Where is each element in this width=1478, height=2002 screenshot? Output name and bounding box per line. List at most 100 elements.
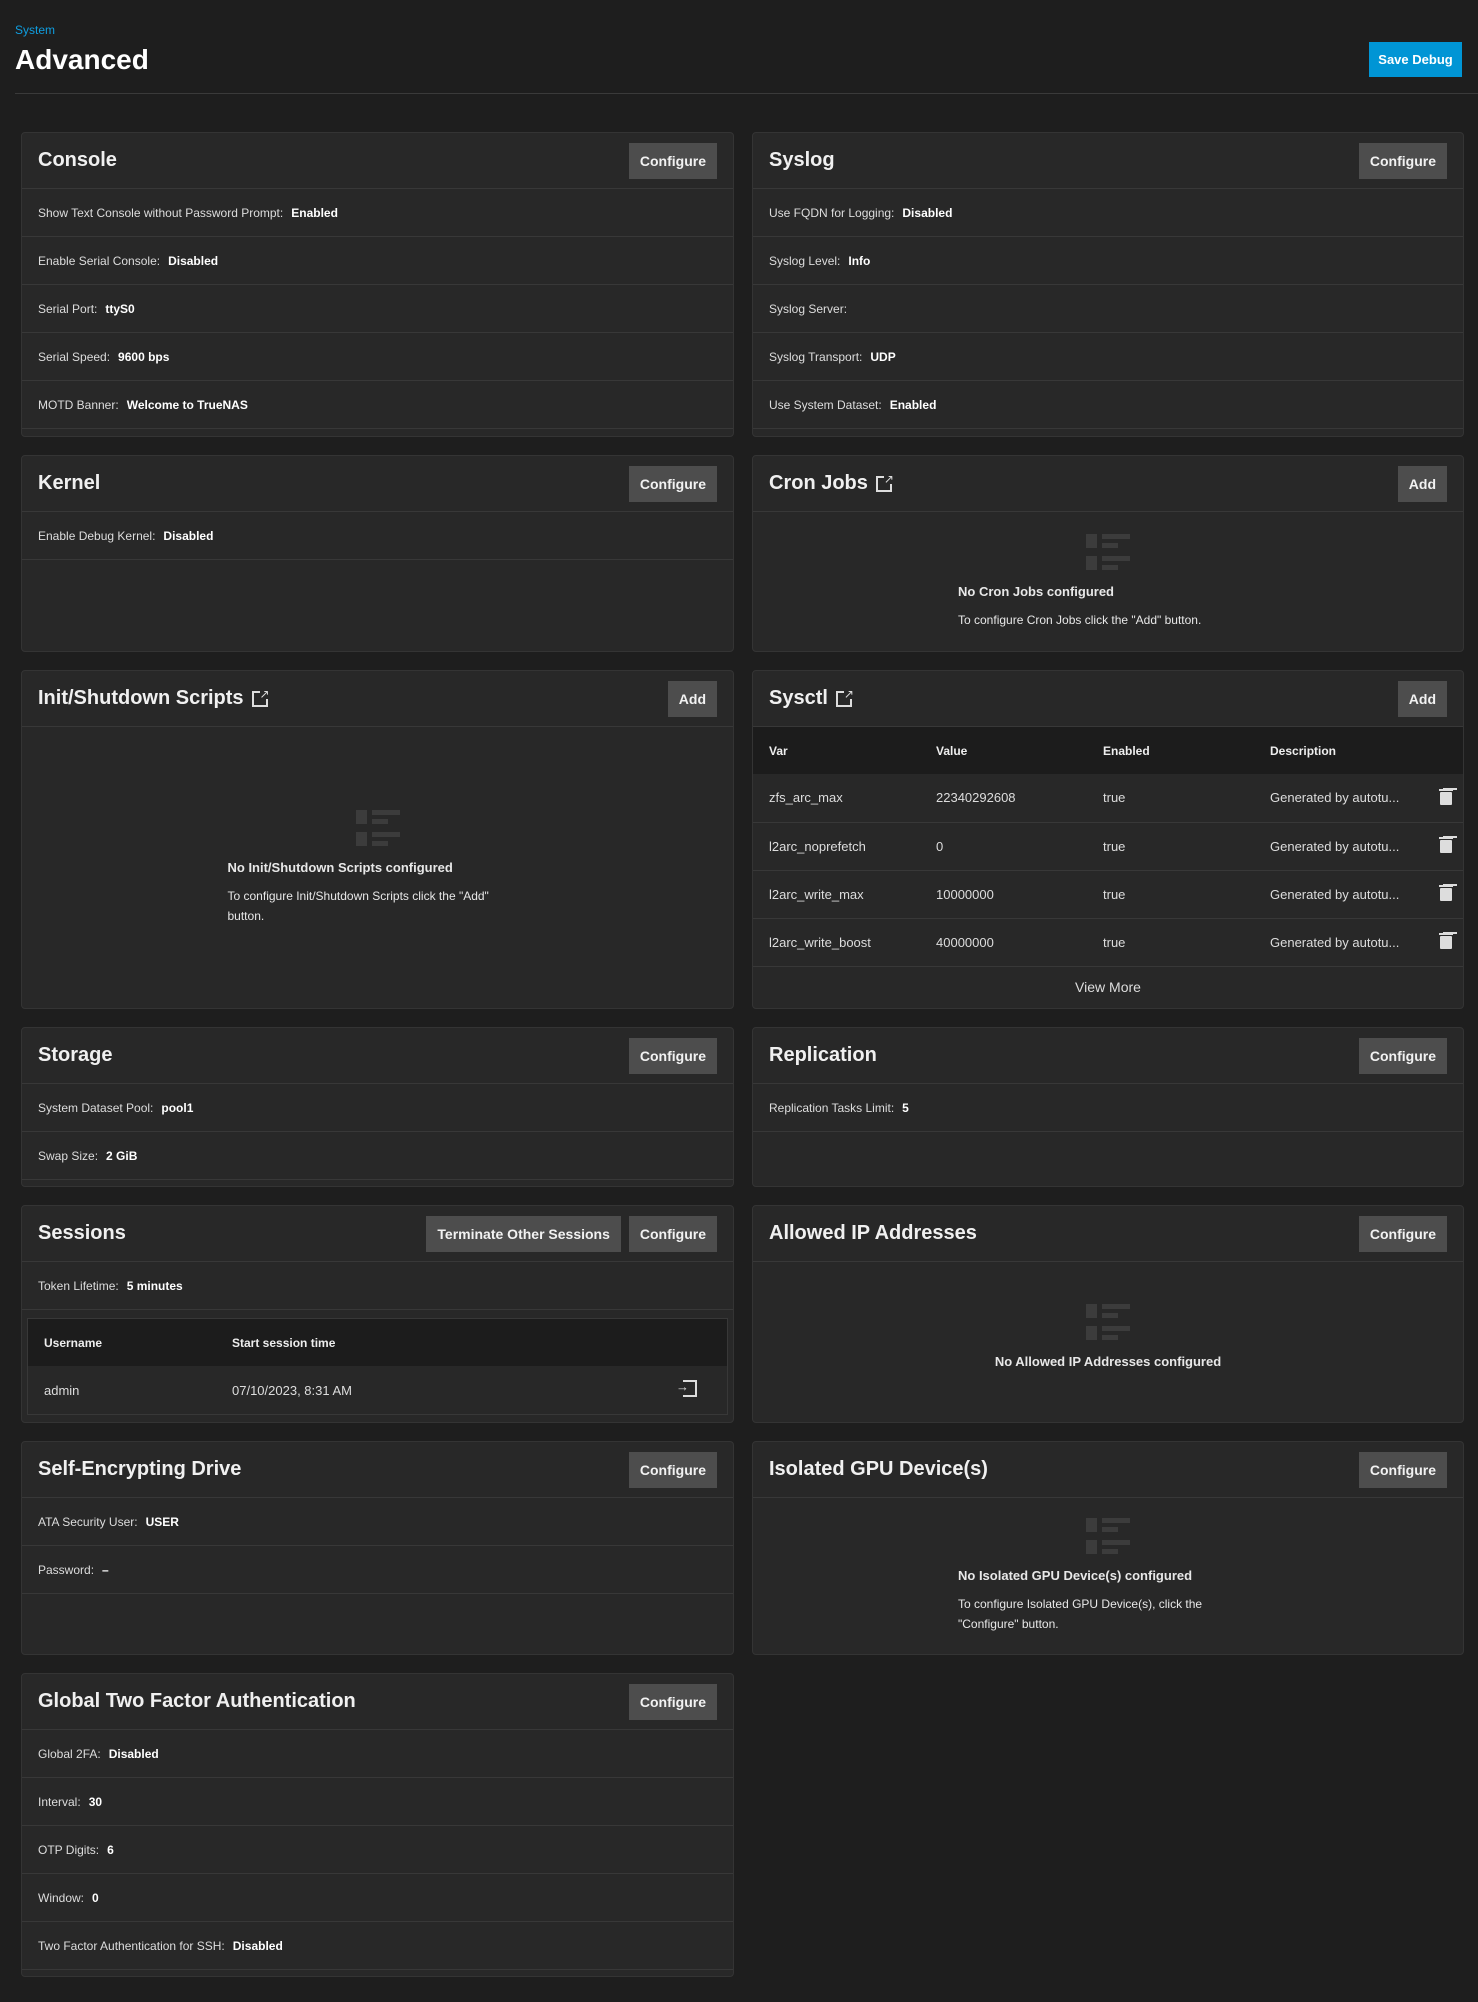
detail-label: Syslog Level: [769,253,841,268]
detail-label: Global 2FA: [38,1746,101,1761]
card-title: Sessions [38,1222,126,1244]
detail-label: Enable Serial Console: [38,253,161,268]
configure-button[interactable]: Configure [628,1037,717,1074]
delete-icon[interactable] [1439,932,1453,949]
detail-row: Token Lifetime: 5 minutes [22,1262,733,1310]
detail-label: Interval: [38,1794,81,1809]
page-title: Advanced [15,44,149,75]
detail-row: Interval: 30 [22,1778,733,1826]
card-header: Replication Configure [753,1028,1463,1084]
card-header: Isolated GPU Device(s) Configure [753,1442,1463,1498]
console-card: Console Configure Show Text Console withou… [21,132,734,437]
card-header: Syslog Configure [753,133,1463,189]
configure-button[interactable]: Configure [1358,1451,1447,1488]
table-row[interactable]: l2arc_noprefetch 0 true Generated by autotu… [753,822,1463,871]
detail-label: Replication Tasks Limit: [769,1100,895,1115]
configure-button[interactable]: Configure [1358,1037,1447,1074]
syslog-card: Syslog Configure Use FQDN for Logging: Disa… [752,132,1464,437]
configure-button[interactable]: Configure [628,1683,717,1720]
configure-button[interactable]: Configure [628,1215,717,1252]
external-link-icon[interactable] [835,687,854,707]
empty-title: No Cron Jobs configured [958,583,1114,599]
external-link-icon[interactable] [875,472,894,492]
empty-title: No Init/Shutdown Scripts configured [227,859,453,875]
empty-state: No Isolated GPU Device(s) configured To c… [753,1498,1463,1654]
view-more-link[interactable]: View More [753,967,1463,1009]
table-row[interactable]: zfs_arc_max 22340292608 true Generated by a… [753,774,1463,823]
detail-value: Disabled [902,205,953,220]
detail-row: Replication Tasks Limit: 5 [753,1084,1463,1132]
delete-icon[interactable] [1439,788,1453,805]
detail-row: Use FQDN for Logging: Disabled [753,189,1463,237]
empty-state: No Allowed IP Addresses configured [753,1262,1463,1422]
configure-button[interactable]: Configure [1358,1215,1447,1252]
delete-icon[interactable] [1439,836,1453,853]
detail-row: Use System Dataset: Enabled [753,381,1463,429]
allowed-ip-addresses-card: Allowed IP Addresses Configure No Allowed … [752,1205,1464,1423]
detail-row: ATA Security User: USER [22,1498,733,1546]
add-button[interactable]: Add [1397,680,1447,717]
terminate-other-sessions-button[interactable]: Terminate Other Sessions [426,1215,621,1252]
table-cell: admin [44,1382,80,1398]
breadcrumb-system[interactable]: System [15,23,55,37]
table-row[interactable]: l2arc_write_max 10000000 true Generated by … [753,870,1463,919]
detail-value: 30 [88,1794,103,1809]
card-header: Allowed IP Addresses Configure [753,1206,1463,1262]
actions-header [667,1319,727,1366]
detail-value: ttyS0 [105,301,135,316]
cron-jobs-card: Cron Jobs Add No Cron Jobs configured To co… [752,455,1464,652]
table-cell: l2arc_write_boost [753,918,920,967]
empty-list-icon [1086,533,1130,574]
card-title: Syslog [769,149,835,171]
empty-title: No Isolated GPU Device(s) configured [958,1568,1193,1583]
table-cell: true [1087,822,1254,871]
empty-state: No Init/Shutdown Scripts configured To co… [22,727,733,1008]
add-button[interactable]: Add [667,680,717,717]
sessions-card: Sessions Terminate Other Sessions Configur… [21,1205,734,1423]
table-cell: l2arc_noprefetch [753,822,920,871]
external-link-icon[interactable] [251,687,270,707]
card-header: Kernel Configure [22,456,733,512]
actions-cell [667,1366,727,1414]
storage-card: Storage Configure System Dataset Pool: pool… [21,1027,734,1187]
column-header: Value [920,727,1087,774]
table-cell: Generated by autotu... [1254,870,1423,919]
actions-cell [1423,774,1463,823]
table-row[interactable]: l2arc_write_boost 40000000 true Generated b… [753,918,1463,967]
empty-text: No Allowed IP Addresses configured [958,1352,1258,1380]
detail-label: Enable Debug Kernel: [38,528,156,543]
configure-button[interactable]: Configure [1358,142,1447,179]
detail-label: System Dataset Pool: [38,1100,154,1115]
card-title: Init/Shutdown Scripts [38,687,244,709]
detail-value: 0 [92,1890,99,1905]
empty-title: No Allowed IP Addresses configured [994,1354,1222,1369]
card-header: Self-Encrypting Drive Configure [22,1442,733,1498]
detail-label: Serial Port: [38,301,98,316]
detail-row: Window: 0 [22,1874,733,1922]
save-debug-button[interactable]: Save Debug [1369,42,1462,77]
configure-button[interactable]: Configure [628,465,717,502]
detail-label: Swap Size: [38,1148,99,1163]
detail-row: Two Factor Authentication for SSH: Disabl… [22,1922,733,1970]
table-cell: true [1087,870,1254,919]
detail-value: Enabled [291,205,338,220]
detail-label: OTP Digits: [38,1842,100,1857]
card-title: Console [38,149,117,171]
delete-icon[interactable] [1439,884,1453,901]
self-encrypting-drive-card: Self-Encrypting Drive Configure ATA Securi… [21,1441,734,1655]
detail-value: Disabled [163,528,214,543]
detail-value: 5 minutes [126,1278,183,1293]
sysctl-card: SysctlAddVarValueEnabledDescriptionzfs_a… [752,670,1464,1009]
empty-text: No Cron Jobs configured To configure Cron… [958,582,1258,630]
configure-button[interactable]: Configure [628,142,717,179]
terminate-session-icon[interactable] [676,1379,697,1397]
card-title: Global Two Factor Authentication [38,1690,356,1712]
card-header: Cron Jobs Add [753,456,1463,512]
detail-value: 6 [107,1842,114,1857]
add-button[interactable]: Add [1397,465,1447,502]
card-header: Sysctl Add [753,671,1463,727]
detail-value: 5 [902,1100,909,1115]
card-title: Sysctl [769,687,828,709]
table-cell: true [1087,918,1254,967]
configure-button[interactable]: Configure [628,1451,717,1488]
